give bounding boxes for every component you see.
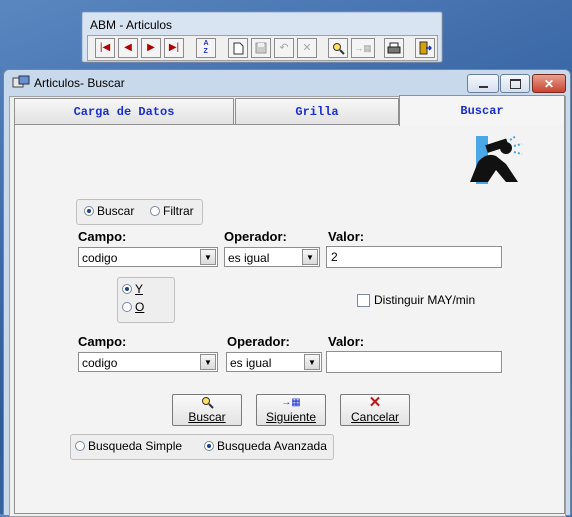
tab-grilla[interactable]: Grilla bbox=[235, 98, 399, 125]
radio-filtrar-label: Filtrar bbox=[163, 204, 194, 218]
skip-last-icon: ▶| bbox=[168, 42, 180, 53]
close-icon: ✕ bbox=[543, 76, 555, 91]
radio-o[interactable]: O bbox=[122, 300, 144, 314]
undo-button[interactable]: ↶ bbox=[274, 38, 294, 58]
arrow-grid-icon: →▦ bbox=[354, 42, 372, 53]
cancelar-button[interactable]: ✕ Cancelar bbox=[340, 394, 410, 426]
floppy-disk-icon bbox=[255, 42, 267, 54]
valor-input-1[interactable]: 2 bbox=[326, 246, 502, 268]
campo-value-2: codigo bbox=[82, 356, 118, 370]
new-button[interactable] bbox=[228, 38, 248, 58]
exit-door-icon bbox=[419, 41, 432, 55]
minimize-icon bbox=[478, 85, 488, 88]
operador-label-2: Operador: bbox=[227, 334, 290, 349]
tab-buscar[interactable]: Buscar bbox=[399, 95, 565, 126]
radio-o-label: O bbox=[135, 300, 145, 314]
busqueda-avanzada-label: Busqueda Avanzada bbox=[217, 439, 327, 453]
distinguir-checkbox[interactable]: Distinguir MAY/min bbox=[357, 293, 475, 307]
radio-unselected-icon bbox=[75, 441, 85, 451]
maximize-icon bbox=[509, 78, 521, 89]
binoculars-person-icon bbox=[470, 135, 523, 184]
campo-label-1: Campo: bbox=[78, 229, 127, 244]
find-button[interactable] bbox=[328, 38, 348, 58]
arrow-grid-icon: →▦ bbox=[281, 397, 301, 408]
valor-label-1: Valor: bbox=[328, 229, 365, 244]
arrow-left-icon: ◀ bbox=[124, 42, 132, 53]
title-bar[interactable]: Articulos- Buscar ✕ bbox=[4, 70, 570, 96]
delete-x-icon: ✕ bbox=[302, 41, 312, 54]
campo-combo-2[interactable]: codigo ▼ bbox=[78, 352, 218, 372]
radio-busqueda-simple[interactable]: Busqueda Simple bbox=[75, 439, 182, 453]
app-icon bbox=[12, 75, 30, 88]
close-button[interactable]: ✕ bbox=[532, 74, 566, 93]
valor-label-2: Valor: bbox=[328, 334, 365, 349]
goto-grid-button[interactable]: →▦ bbox=[351, 38, 375, 58]
cancel-x-icon: ✕ bbox=[368, 394, 382, 411]
operador-combo-2[interactable]: es igual ▼ bbox=[226, 352, 322, 372]
campo-combo-1[interactable]: codigo ▼ bbox=[78, 247, 218, 267]
minimize-button[interactable] bbox=[467, 74, 499, 93]
cancelar-button-label: Cancelar bbox=[350, 410, 400, 424]
magnifier-icon bbox=[201, 397, 214, 409]
buscar-button-label: Buscar bbox=[188, 410, 226, 424]
skip-first-icon: |◀ bbox=[99, 42, 111, 53]
magnifier-icon bbox=[332, 42, 345, 55]
checkbox-box bbox=[357, 293, 370, 307]
exit-button[interactable] bbox=[415, 38, 435, 58]
toolbar-window: ABM - Articulos |◀ ◀ ▶ ▶| AZ ↶ ✕ →▦ bbox=[81, 11, 443, 63]
radio-selected-icon bbox=[122, 284, 132, 294]
chevron-down-icon[interactable]: ▼ bbox=[302, 249, 318, 265]
sort-az-button[interactable]: AZ bbox=[196, 38, 216, 58]
buscar-panel: Buscar Filtrar Campo: Operador: Valor: c… bbox=[14, 124, 565, 514]
campo-value-1: codigo bbox=[82, 251, 118, 265]
operador-value-1: es igual bbox=[228, 251, 270, 265]
next-record-button[interactable]: ▶ bbox=[141, 38, 161, 58]
new-document-icon bbox=[233, 42, 243, 54]
siguiente-button[interactable]: →▦ Siguiente bbox=[256, 394, 326, 426]
radio-buscar-label: Buscar bbox=[97, 204, 135, 218]
siguiente-button-label: Siguiente bbox=[265, 410, 317, 424]
window-title: Articulos- Buscar bbox=[34, 76, 125, 90]
sort-az-icon: AZ bbox=[203, 40, 209, 55]
chevron-down-icon[interactable]: ▼ bbox=[200, 249, 216, 265]
chevron-down-icon[interactable]: ▼ bbox=[200, 354, 216, 370]
window-client-area: Carga de Datos Grilla Buscar Buscar Filt… bbox=[9, 95, 566, 517]
undo-icon: ↶ bbox=[279, 41, 289, 54]
radio-selected-icon bbox=[84, 206, 94, 216]
operador-value-2: es igual bbox=[230, 356, 272, 370]
radio-filtrar[interactable]: Filtrar bbox=[150, 204, 194, 218]
printer-icon bbox=[387, 42, 401, 53]
arrow-right-icon: ▶ bbox=[147, 42, 155, 53]
tab-carga-de-datos[interactable]: Carga de Datos bbox=[14, 98, 234, 125]
busqueda-simple-label: Busqueda Simple bbox=[88, 439, 183, 453]
toolbar-window-title: ABM - Articulos bbox=[90, 18, 173, 32]
operador-label-1: Operador: bbox=[224, 229, 287, 244]
radio-y[interactable]: Y bbox=[122, 282, 143, 296]
radio-busqueda-avanzada[interactable]: Busqueda Avanzada bbox=[204, 439, 327, 453]
articulos-buscar-window: Articulos- Buscar ✕ Carga de Datos Grill… bbox=[3, 69, 571, 517]
buscar-button[interactable]: Buscar bbox=[172, 394, 242, 426]
radio-unselected-icon bbox=[150, 206, 160, 216]
maximize-button[interactable] bbox=[500, 74, 530, 93]
first-record-button[interactable]: |◀ bbox=[95, 38, 115, 58]
radio-buscar[interactable]: Buscar bbox=[84, 204, 134, 218]
radio-y-label: Y bbox=[135, 282, 144, 296]
last-record-button[interactable]: ▶| bbox=[164, 38, 184, 58]
radio-selected-icon bbox=[204, 441, 214, 451]
print-button[interactable] bbox=[384, 38, 404, 58]
valor-input-2[interactable] bbox=[326, 351, 502, 373]
prev-record-button[interactable]: ◀ bbox=[118, 38, 138, 58]
save-button[interactable] bbox=[251, 38, 271, 58]
distinguir-label: Distinguir MAY/min bbox=[374, 293, 476, 307]
delete-button[interactable]: ✕ bbox=[297, 38, 317, 58]
navigation-toolbar: |◀ ◀ ▶ ▶| AZ ↶ ✕ →▦ bbox=[87, 35, 438, 61]
radio-unselected-icon bbox=[122, 302, 132, 312]
campo-label-2: Campo: bbox=[78, 334, 127, 349]
operador-combo-1[interactable]: es igual ▼ bbox=[224, 247, 320, 267]
chevron-down-icon[interactable]: ▼ bbox=[304, 354, 320, 370]
